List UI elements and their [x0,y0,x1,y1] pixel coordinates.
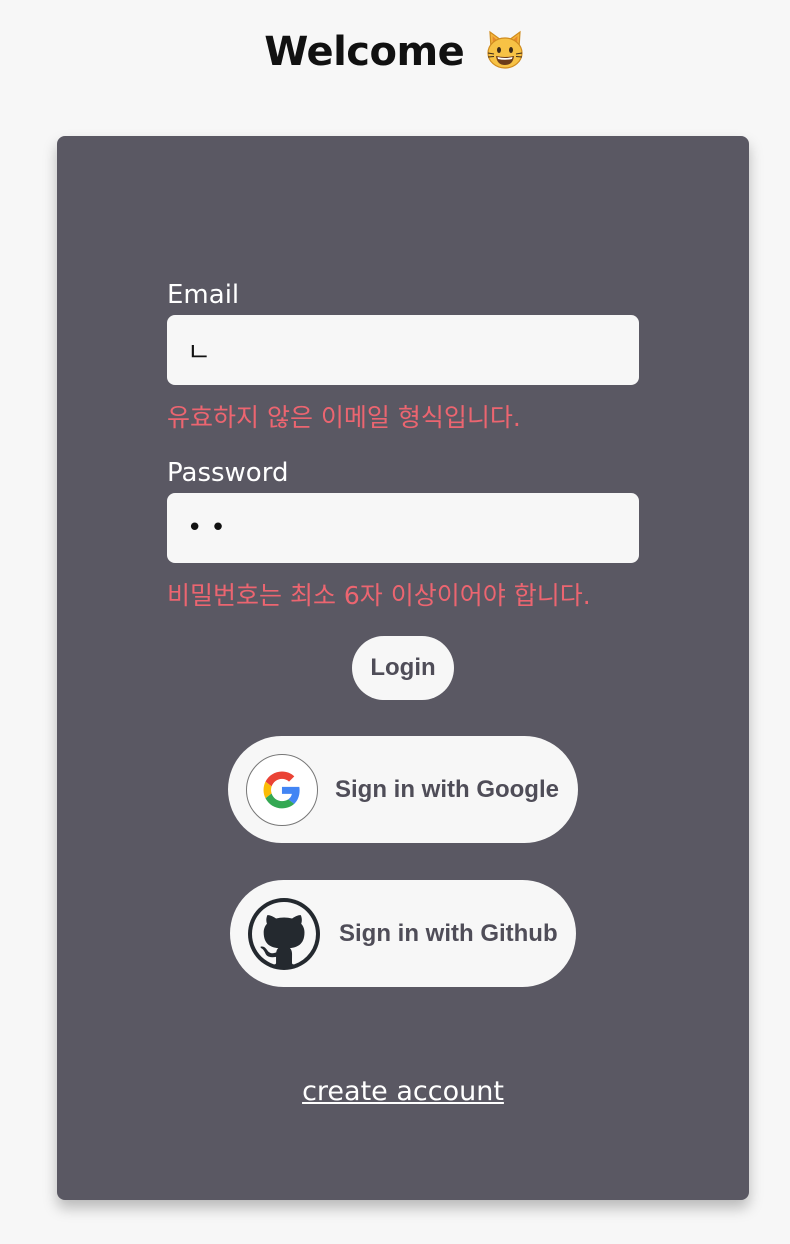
github-sign-in-label: Sign in with Github [339,920,558,947]
password-error-message: 비밀번호는 최소 6자 이상이어야 합니다. [167,581,591,610]
github-sign-in-button[interactable]: Sign in with Github [230,880,576,987]
google-logo-icon [246,754,318,826]
page-title: Welcome [0,22,790,82]
grinning-cat-emoji-icon [487,30,523,69]
password-label: Password [167,458,289,488]
email-input[interactable] [167,315,639,385]
google-sign-in-button[interactable]: Sign in with Google [228,736,578,843]
page-title-text: Welcome [264,29,465,75]
password-input[interactable] [167,493,639,563]
google-sign-in-label: Sign in with Google [335,776,559,803]
login-card: Email 유효하지 않은 이메일 형식입니다. Password 비밀번호는 … [57,136,749,1200]
login-button[interactable]: Login [352,636,454,700]
email-label: Email [167,280,240,310]
email-error-message: 유효하지 않은 이메일 형식입니다. [167,403,521,432]
github-octocat-icon [248,898,320,970]
create-account-link[interactable]: create account [57,1074,749,1110]
